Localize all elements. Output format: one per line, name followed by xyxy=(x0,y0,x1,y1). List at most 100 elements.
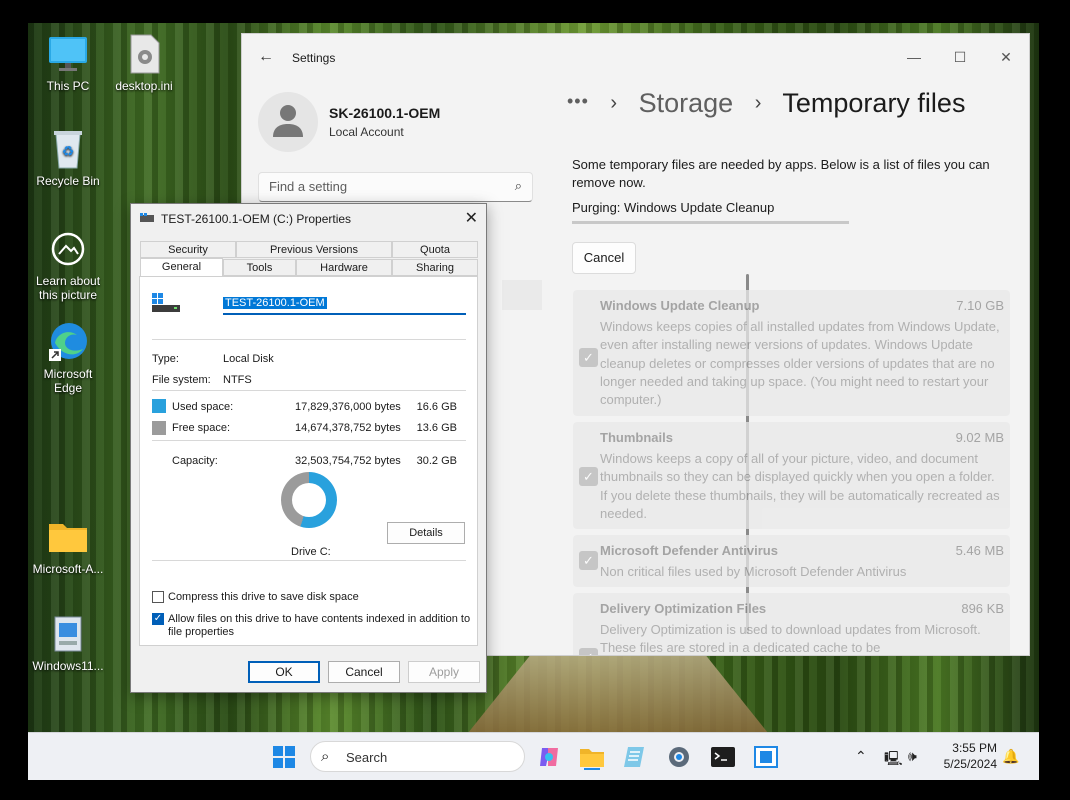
file-explorer-icon[interactable] xyxy=(579,744,605,770)
network-icon[interactable]: 🖳 xyxy=(884,748,903,772)
tab-security[interactable]: Security xyxy=(140,241,236,258)
temp-file-size: 5.46 MB xyxy=(955,543,1004,558)
minimize-icon[interactable]: — xyxy=(891,42,937,72)
tab-general[interactable]: General xyxy=(140,258,223,277)
desktop-icon-label: Recycle Bin xyxy=(36,174,100,188)
temp-file-item[interactable]: ✓ Delivery Optimization Files 896 KB Del… xyxy=(573,593,1010,656)
desktop-icon-label: desktop.ini xyxy=(115,79,173,93)
divider xyxy=(152,339,466,340)
cancel-button[interactable]: Cancel xyxy=(328,661,400,683)
edge-icon xyxy=(49,323,87,361)
find-setting-input[interactable]: Find a setting ⌕ xyxy=(258,172,533,202)
clock[interactable]: 3:55 PM 5/25/2024 xyxy=(944,740,997,772)
chevron-right-icon: › xyxy=(610,92,618,114)
apply-button[interactable]: Apply xyxy=(408,661,480,683)
settings-file-icon xyxy=(130,34,160,74)
used-space-swatch xyxy=(152,399,166,413)
taskbar-search[interactable]: ⌕ Search xyxy=(310,741,525,772)
compress-label: Compress this drive to save disk space xyxy=(168,591,359,603)
type-value: Local Disk xyxy=(223,353,274,365)
free-space-label: Free space: xyxy=(172,422,231,434)
divider xyxy=(152,440,466,441)
temp-file-desc: Windows keeps a copy of all of your pict… xyxy=(600,451,1000,521)
desktop-icon-folder[interactable]: Microsoft-A... xyxy=(28,516,108,576)
settings-gear-icon[interactable] xyxy=(666,744,692,770)
compress-checkbox[interactable] xyxy=(152,591,164,603)
settings-titlebar[interactable]: ← Settings — ☐ ✕ xyxy=(242,34,1029,80)
tab-previous-versions[interactable]: Previous Versions xyxy=(236,241,392,258)
temp-file-desc: Non critical files used by Microsoft Def… xyxy=(600,564,907,579)
taskbar-search-label: Search xyxy=(346,750,388,765)
svg-text:♻: ♻ xyxy=(62,143,75,159)
installer-icon xyxy=(54,616,82,652)
checkbox-checked-icon[interactable]: ✓ xyxy=(579,467,598,486)
account-name: SK-26100.1-OEM xyxy=(329,105,441,121)
temp-file-item[interactable]: ✓ Microsoft Defender Antivirus 5.46 MB N… xyxy=(573,535,1010,587)
start-icon[interactable] xyxy=(271,744,297,770)
close-icon[interactable]: ✕ xyxy=(465,208,478,228)
tab-tools[interactable]: Tools xyxy=(223,259,296,276)
index-label-cont: file properties xyxy=(168,626,235,638)
checkbox-checked-icon[interactable]: ✓ xyxy=(579,648,598,655)
search-placeholder: Find a setting xyxy=(269,179,348,194)
cancel-button[interactable]: Cancel xyxy=(572,242,636,274)
used-space-size: 16.6 GB xyxy=(416,401,457,413)
index-label: Allow files on this drive to have conten… xyxy=(168,613,471,625)
sidebar-item-selected[interactable] xyxy=(502,280,542,310)
recycle-bin-icon: ♻ xyxy=(54,131,82,169)
remote-desktop-icon[interactable] xyxy=(753,744,779,770)
temp-file-item[interactable]: ✓ Windows Update Cleanup 7.10 GB Windows… xyxy=(573,290,1010,416)
temp-file-name: Thumbnails xyxy=(600,430,673,445)
desktop-icon-learn-picture[interactable]: Learn about this picture xyxy=(28,228,108,302)
volume-label-input[interactable]: TEST-26100.1-OEM xyxy=(223,293,466,315)
maximize-icon[interactable]: ☐ xyxy=(937,42,983,72)
back-arrow-icon[interactable]: ← xyxy=(258,48,274,66)
breadcrumb-ellipsis[interactable]: ••• xyxy=(567,91,589,111)
clock-time: 3:55 PM xyxy=(952,741,997,755)
chevron-up-icon[interactable]: ⌃ xyxy=(855,748,867,765)
temp-file-name: Windows Update Cleanup xyxy=(600,298,760,313)
divider xyxy=(152,560,466,561)
breadcrumb-storage[interactable]: Storage xyxy=(639,88,734,118)
ok-button[interactable]: OK xyxy=(248,661,320,683)
terminal-icon[interactable] xyxy=(710,744,736,770)
tab-quota[interactable]: Quota xyxy=(392,241,478,258)
index-checkbox[interactable]: ✓ xyxy=(152,613,164,625)
avatar[interactable] xyxy=(258,92,318,152)
breadcrumb: ••• › Storage › Temporary files xyxy=(567,88,965,119)
account-type: Local Account xyxy=(329,125,404,139)
tab-hardware[interactable]: Hardware xyxy=(296,259,392,276)
checkbox-checked-icon[interactable]: ✓ xyxy=(579,551,598,570)
details-button[interactable]: Details xyxy=(387,522,465,544)
volume-icon[interactable]: 🕪 xyxy=(908,748,917,765)
notepad-icon[interactable] xyxy=(622,744,648,770)
desktop-icon-label: Microsoft-A... xyxy=(32,562,104,576)
taskbar: ⌕ Search ⌃ 🖳 🕪 3:55 PM 5/25/2024 🔔 xyxy=(28,732,1039,780)
tab-sharing[interactable]: Sharing xyxy=(392,259,478,276)
settings-content: ••• › Storage › Temporary files Some tem… xyxy=(562,80,1029,655)
progress-bar xyxy=(572,221,849,224)
capacity-label: Capacity: xyxy=(172,455,218,467)
desktop-icon-this-pc[interactable]: This PC xyxy=(28,33,108,93)
camera-icon xyxy=(51,232,85,266)
search-icon[interactable]: ⌕ xyxy=(515,178,522,194)
close-icon[interactable]: ✕ xyxy=(983,42,1029,72)
drive-icon xyxy=(152,293,180,312)
general-panel: TEST-26100.1-OEM Type: Local Disk File s… xyxy=(139,276,478,646)
copilot-icon[interactable] xyxy=(536,744,562,770)
desktop-icon-recycle-bin[interactable]: ♻ Recycle Bin xyxy=(28,128,108,188)
app-title: Settings xyxy=(292,51,336,65)
desktop-icon-edge[interactable]: Microsoft Edge xyxy=(28,321,108,395)
desktop-icon-installer[interactable]: Windows11... xyxy=(28,613,108,673)
temp-file-name: Delivery Optimization Files xyxy=(600,601,767,616)
temp-file-name: Microsoft Defender Antivirus xyxy=(600,543,778,558)
temp-file-item[interactable]: ✓ Thumbnails 9.02 MB Windows keeps a cop… xyxy=(573,422,1010,529)
desktop-icon-desktop-ini[interactable]: desktop.ini xyxy=(104,33,184,93)
checkbox-checked-icon[interactable]: ✓ xyxy=(579,348,598,367)
temp-file-size: 896 KB xyxy=(961,601,1004,616)
temp-file-desc: Windows keeps copies of all installed up… xyxy=(600,319,1000,408)
temp-file-desc: Delivery Optimization is used to downloa… xyxy=(600,622,981,656)
notification-icon[interactable]: 🔔 xyxy=(1002,748,1019,765)
intro-text: Some temporary files are needed by apps.… xyxy=(572,157,990,190)
free-space-bytes: 14,674,378,752 bytes xyxy=(295,422,401,434)
